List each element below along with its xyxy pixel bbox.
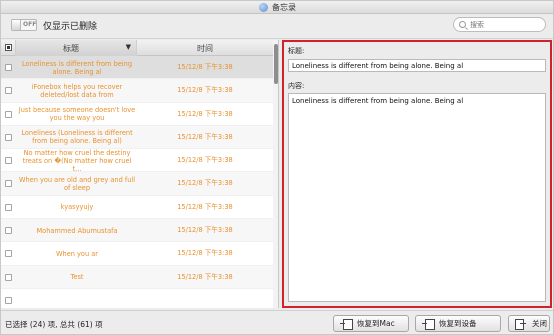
table-row[interactable]: kyasyyujy 15/12/8 下午3:38 [1,196,273,220]
search-icon [459,21,466,28]
row-checkbox[interactable] [5,296,12,304]
row-title [15,289,139,308]
search-input[interactable] [470,19,540,30]
row-time: 15/12/8 下午3:38 [177,179,233,188]
row-time: 15/12/8 下午3:38 [177,86,233,95]
table-row[interactable]: Just because someone doesn't love you th… [1,103,273,126]
toggle-state: OFF [23,21,37,28]
column-title-label: 标题 [63,44,79,53]
row-checkbox[interactable] [5,64,12,71]
row-checkbox[interactable] [5,87,12,95]
row-time: 15/12/8 下午3:38 [177,202,233,211]
close-label: 关闭 [532,319,547,328]
restore-icon [422,318,435,330]
detail-title-label: 标题: [288,47,305,55]
detail-content-field[interactable]: Loneliness is different from being alone… [288,93,546,302]
row-time: 15/12/8 下午3:38 [177,226,233,235]
close-button[interactable]: 关闭 [508,315,550,332]
row-checkbox[interactable] [5,227,12,235]
row-title: When you are old and grey and full of sl… [18,175,136,192]
notes-list: 标题 ▼ 时间 Loneliness is different from bei… [1,40,279,308]
scrollbar-thumb[interactable] [274,44,278,84]
search-box[interactable] [453,17,546,32]
row-title: Loneliness (Loneliness is different from… [21,129,133,146]
table-row[interactable]: No matter how cruel the destiny treats o… [1,148,273,173]
row-time [138,289,272,308]
toggle-knob [12,20,21,30]
detail-panel: 标题: Loneliness is different from being a… [282,40,552,308]
deleted-only-label: 仅显示已删除 [43,22,98,32]
restore-to-mac-label: 恢复到Mac [357,319,395,328]
row-time: 15/12/8 下午3:38 [177,249,233,258]
app-window: 备忘录 OFF 仅显示已删除 标题 ▼ 时间 Loneliness is dif… [0,0,554,335]
app-icon [259,3,268,12]
row-checkbox[interactable] [5,250,12,258]
restore-icon [340,318,353,330]
window-title: 备忘录 [272,3,296,12]
row-time: 15/12/8 下午3:38 [177,156,233,165]
list-rows: Loneliness is different from being alone… [1,56,273,308]
row-checkbox[interactable] [5,133,12,141]
table-row[interactable]: When you ar 15/12/8 下午3:38 [1,242,273,266]
table-row[interactable]: Loneliness is different from being alone… [1,56,273,80]
exit-icon [515,318,527,330]
table-row[interactable] [1,289,273,308]
row-checkbox[interactable] [5,273,12,281]
table-row[interactable]: iFonebox helps you recover deleted/lost … [1,79,273,103]
restore-to-device-label: 恢复到设备 [439,319,477,328]
row-title: Just because someone doesn't love you th… [18,106,136,123]
restore-to-device-button[interactable]: 恢复到设备 [415,315,501,332]
row-checkbox[interactable] [5,157,12,165]
list-scrollbar[interactable] [273,40,278,308]
column-header-time[interactable]: 时间 [138,43,272,54]
title-bar: 备忘录 [1,1,553,14]
row-title: Mohammed Abumustafa [36,226,118,235]
row-title: Test [70,273,84,282]
column-header-title[interactable]: 标题 ▼ [15,40,137,56]
row-checkbox[interactable] [5,180,12,188]
sort-down-icon: ▼ [125,43,131,51]
row-time: 15/12/8 下午3:38 [177,132,233,141]
status-bar: 已选择 (24) 项, 总共 (61) 项 恢复到Mac 恢复到设备 关闭 [1,310,553,334]
detail-title-field[interactable]: Loneliness is different from being alone… [288,59,546,72]
deleted-only-toggle[interactable]: OFF [11,19,37,31]
row-title: iFonebox helps you recover deleted/lost … [31,82,123,99]
detail-content-label: 内容: [288,82,305,90]
row-title: No matter how cruel the destiny treats o… [22,148,132,173]
select-all-checkbox[interactable] [5,44,12,51]
list-header: 标题 ▼ 时间 [1,40,278,56]
row-title: Loneliness is different from being alone… [21,59,133,76]
row-time: 15/12/8 下午3:38 [177,272,233,281]
restore-to-mac-button[interactable]: 恢复到Mac [333,315,409,332]
row-checkbox[interactable] [5,110,12,118]
table-row[interactable]: Mohammed Abumustafa 15/12/8 下午3:38 [1,219,273,243]
row-time: 15/12/8 下午3:38 [177,109,233,118]
row-checkbox[interactable] [5,203,12,211]
table-row[interactable]: When you are old and grey and full of sl… [1,172,273,196]
selection-status: 已选择 (24) 项, 总共 (61) 项 [5,320,103,329]
table-row[interactable]: Test 15/12/8 下午3:38 [1,265,273,289]
toolbar: OFF 仅显示已删除 [1,14,553,39]
row-title: When you ar [56,249,98,258]
row-title: kyasyyujy [60,203,94,212]
row-time: 15/12/8 下午3:38 [177,63,233,71]
table-row[interactable]: Loneliness (Loneliness is different from… [1,125,273,150]
